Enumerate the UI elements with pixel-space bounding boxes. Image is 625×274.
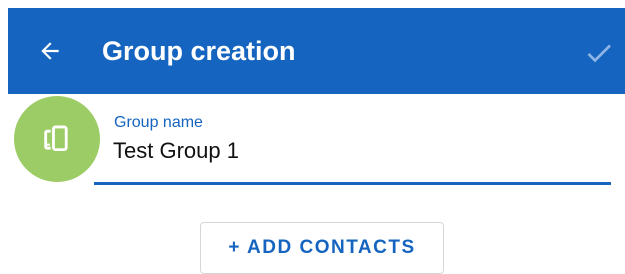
devices-icon (44, 125, 68, 152)
page-title: Group creation (102, 36, 296, 66)
app-bar: Group creation (8, 8, 625, 94)
confirm-button[interactable] (579, 33, 619, 73)
group-name-input[interactable] (113, 138, 593, 164)
group-name-underline (94, 182, 611, 185)
back-button[interactable] (30, 31, 70, 71)
group-name-label: Group name (114, 114, 203, 131)
group-name-field: Group name (94, 108, 611, 186)
arrow-left-icon (41, 42, 59, 60)
group-avatar[interactable] (14, 96, 100, 182)
check-icon (587, 44, 611, 63)
add-contacts-button[interactable]: + ADD CONTACTS (200, 222, 444, 274)
